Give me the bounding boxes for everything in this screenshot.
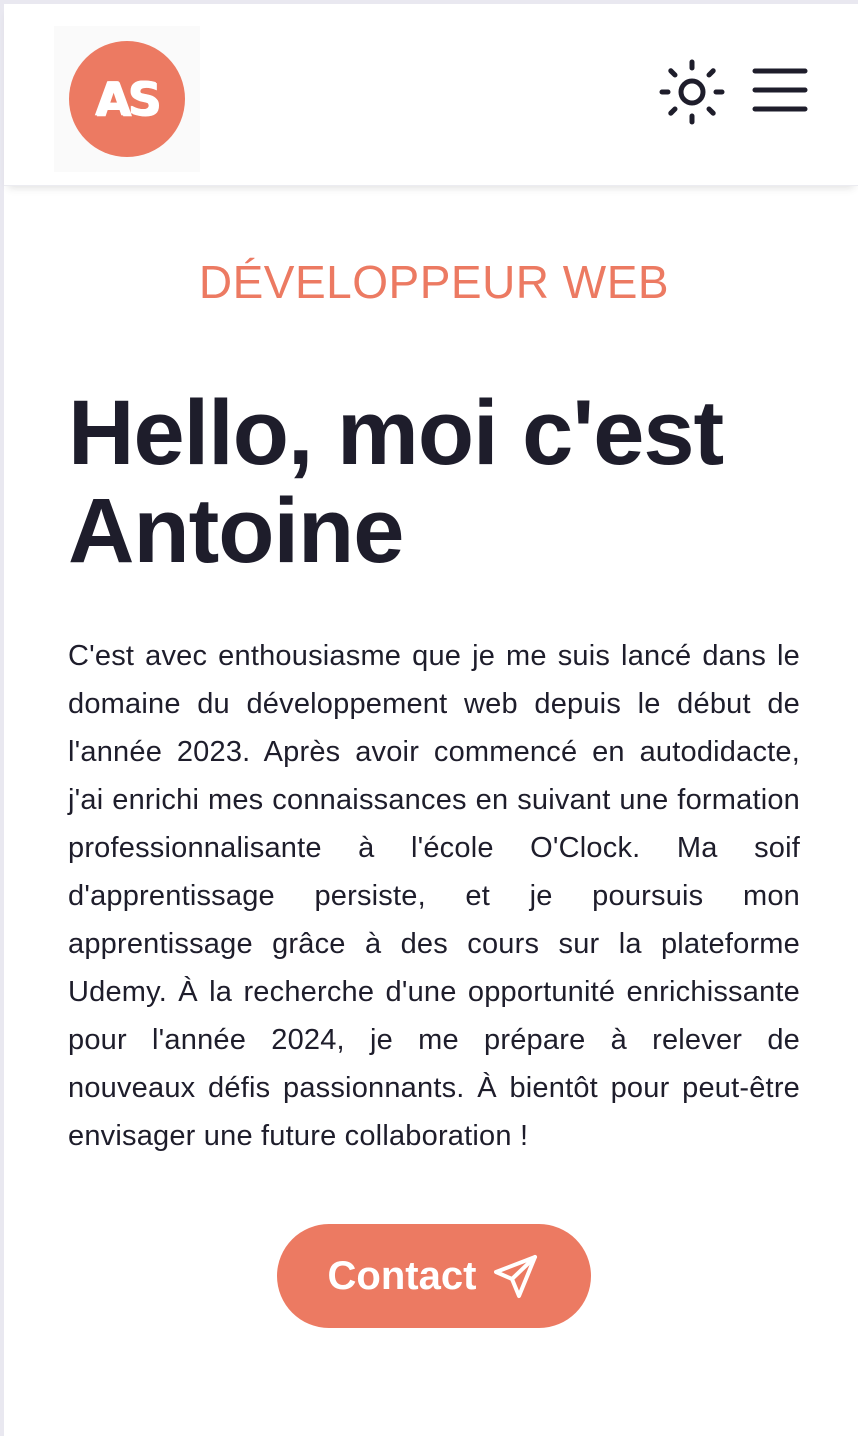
send-icon (494, 1255, 538, 1298)
logo: AS (69, 41, 185, 157)
logo-text: AS (95, 72, 162, 126)
sun-icon (659, 59, 725, 125)
hamburger-menu-icon (752, 68, 808, 112)
menu-button[interactable] (752, 66, 808, 114)
hero-title-line2: Antoine (68, 480, 404, 582)
intro-paragraph: C'est avec enthousiasme que je me suis l… (68, 640, 800, 1152)
hero-title: Hello, moi c'est Antoine (68, 384, 800, 580)
role-subtitle: DÉVELOPPEUR WEB (198, 256, 670, 308)
contact-button[interactable]: Contact (277, 1224, 591, 1328)
cta-container: Contact (68, 1224, 800, 1328)
hero-section: DÉVELOPPEUR WEB Hello, moi c'est Antoine… (4, 252, 858, 1328)
hero-title-line1: Hello, moi c'est (68, 382, 724, 484)
page: AS DÉVELOPPEUR WEB Hello, moi c'est Anto… (0, 0, 858, 1436)
site-header: AS (4, 4, 858, 186)
logo-link[interactable]: AS (54, 26, 200, 172)
contact-button-label: Contact (327, 1253, 477, 1298)
theme-toggle-button[interactable] (658, 58, 726, 126)
